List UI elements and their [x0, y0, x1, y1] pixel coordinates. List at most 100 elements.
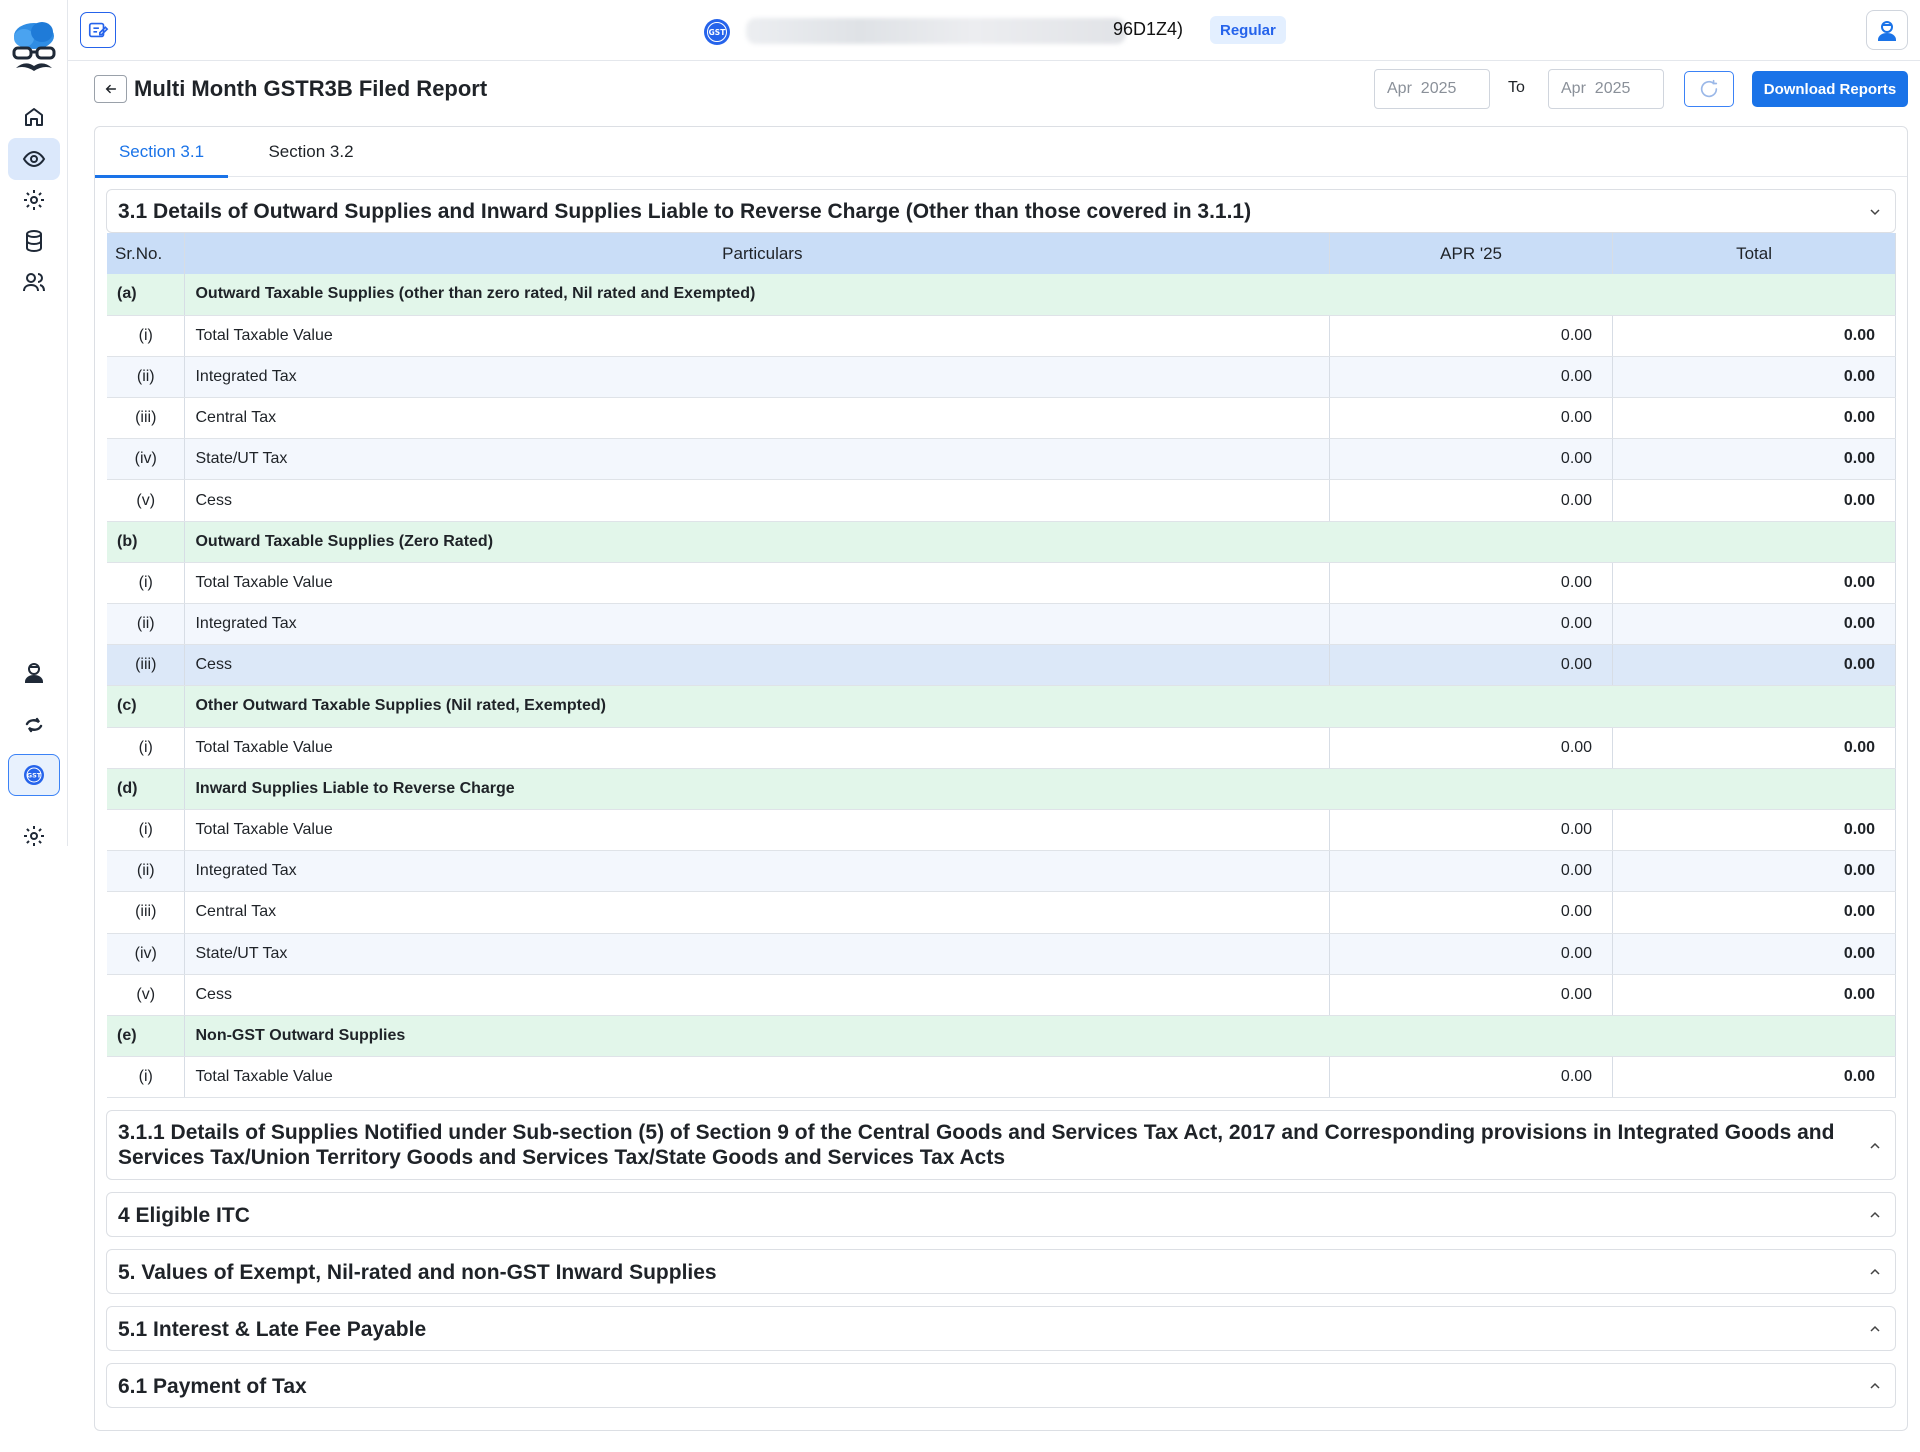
table-row[interactable]: (i) Total Taxable Value 0.00 0.00 — [107, 1056, 1896, 1099]
category-row: (c) Other Outward Taxable Supplies (Nil r… — [107, 685, 1896, 728]
row-particular: Central Tax — [184, 891, 1331, 934]
accordion-section-5[interactable]: 5. Values of Exempt, Nil-rated and non-G… — [106, 1249, 1896, 1294]
tab-section-3-2[interactable]: Section 3.2 — [251, 127, 371, 177]
col-header-total: Total — [1612, 233, 1896, 274]
category-srno: (d) — [107, 768, 186, 810]
gst-seal-icon: GST — [703, 18, 731, 46]
accordion-section-3-1[interactable]: 3.1 Details of Outward Supplies and Inwa… — [106, 189, 1896, 233]
table-row[interactable]: (v) Cess 0.00 0.00 — [107, 974, 1896, 1016]
sidebar-users[interactable] — [8, 261, 60, 303]
quick-entry-button[interactable] — [80, 12, 116, 48]
row-srno: (ii) — [107, 603, 186, 646]
table-row[interactable]: (ii) Integrated Tax 0.00 0.00 — [107, 603, 1896, 646]
row-particular: Central Tax — [184, 397, 1331, 440]
svg-text:GST: GST — [27, 772, 42, 780]
sidebar-lower-area — [0, 846, 68, 1452]
svg-text:GST: GST — [709, 28, 727, 37]
accordion-section-4[interactable]: 4 Eligible ITC — [106, 1192, 1896, 1237]
table-row[interactable]: (ii) Integrated Tax 0.00 0.00 — [107, 356, 1896, 399]
row-srno: (iv) — [107, 933, 186, 975]
row-apr-value: 0.00 — [1329, 933, 1614, 975]
gstin-redacted — [746, 18, 1126, 44]
row-particular: Total Taxable Value — [184, 562, 1331, 605]
row-total-value: 0.00 — [1612, 974, 1896, 1016]
gstin-suffix: 96D1Z4) — [1113, 19, 1184, 39]
category-row: (b) Outward Taxable Supplies (Zero Rated) — [107, 521, 1896, 563]
app-logo — [10, 18, 58, 76]
row-srno: (iv) — [107, 438, 186, 481]
table-row[interactable]: (i) Total Taxable Value 0.00 0.00 — [107, 727, 1896, 769]
row-srno: (i) — [107, 562, 186, 605]
user-support-icon — [1877, 21, 1897, 41]
row-particular: Cess — [184, 644, 1331, 687]
table-row[interactable]: (iii) Cess 0.00 0.00 — [107, 644, 1896, 687]
row-particular: Total Taxable Value — [184, 315, 1331, 357]
tab-section-3-1[interactable]: Section 3.1 — [95, 127, 228, 178]
row-apr-value: 0.00 — [1329, 727, 1614, 769]
row-apr-value: 0.00 — [1329, 850, 1614, 893]
chevron-down-icon — [1870, 209, 1880, 216]
category-row: (a) Outward Taxable Supplies (other than … — [107, 274, 1896, 316]
row-total-value: 0.00 — [1612, 479, 1896, 522]
to-month-input[interactable] — [1548, 69, 1664, 109]
table-body: (a) Outward Taxable Supplies (other than … — [107, 274, 1896, 1099]
row-total-value: 0.00 — [1612, 562, 1896, 605]
row-srno: (v) — [107, 974, 186, 1016]
edit-document-icon — [88, 22, 109, 38]
table-header-row: Sr.No. Particulars APR '25 Total — [107, 233, 1896, 274]
table-row[interactable]: (i) Total Taxable Value 0.00 0.00 — [107, 809, 1896, 852]
refresh-icon — [1700, 79, 1718, 98]
accordion-section-5-1[interactable]: 5.1 Interest & Late Fee Payable — [106, 1306, 1896, 1351]
section-4-title: 4 Eligible ITC — [118, 1204, 250, 1227]
accordion-section-6-1[interactable]: 6.1 Payment of Tax — [106, 1363, 1896, 1408]
sidebar-gst[interactable]: GST — [8, 754, 60, 796]
chevron-up-icon — [1870, 1142, 1880, 1149]
sidebar-user-support[interactable] — [8, 651, 60, 693]
row-total-value: 0.00 — [1612, 315, 1896, 357]
sync-icon — [25, 717, 43, 733]
chevron-up-icon — [1870, 1268, 1880, 1275]
sidebar-database[interactable] — [8, 220, 60, 262]
section-5-1-title: 5.1 Interest & Late Fee Payable — [118, 1318, 427, 1341]
row-srno: (iii) — [107, 891, 186, 934]
table-row[interactable]: (iv) State/UT Tax 0.00 0.00 — [107, 438, 1896, 481]
table-row[interactable]: (iii) Central Tax 0.00 0.00 — [107, 891, 1896, 934]
row-total-value: 0.00 — [1612, 933, 1896, 975]
sidebar-settings[interactable] — [8, 179, 60, 221]
sidebar-view[interactable] — [8, 138, 60, 180]
chevron-up-icon — [1870, 1325, 1880, 1332]
row-apr-value: 0.00 — [1329, 438, 1614, 481]
table-row[interactable]: (v) Cess 0.00 0.00 — [107, 479, 1896, 522]
row-total-value: 0.00 — [1612, 644, 1896, 687]
users-icon — [23, 273, 45, 292]
row-apr-value: 0.00 — [1329, 603, 1614, 646]
row-apr-value: 0.00 — [1329, 562, 1614, 605]
table-row[interactable]: (i) Total Taxable Value 0.00 0.00 — [107, 562, 1896, 605]
refresh-button[interactable] — [1684, 71, 1734, 107]
sidebar-home[interactable] — [8, 96, 60, 138]
support-profile-button[interactable] — [1866, 10, 1908, 50]
download-reports-button[interactable]: Download Reports — [1752, 71, 1908, 107]
section-6-1-title: 6.1 Payment of Tax — [118, 1375, 307, 1398]
row-srno: (i) — [107, 809, 186, 852]
table-row[interactable]: (i) Total Taxable Value 0.00 0.00 — [107, 315, 1896, 357]
chevron-up-icon — [1870, 1382, 1880, 1389]
section-3-1-1-title: 3.1.1 Details of Supplies Notified under… — [118, 1121, 1835, 1169]
back-button[interactable] — [94, 75, 127, 103]
eye-icon — [22, 150, 46, 168]
category-label: Non-GST Outward Supplies — [184, 1015, 1896, 1058]
row-total-value: 0.00 — [1612, 356, 1896, 399]
table-row[interactable]: (iv) State/UT Tax 0.00 0.00 — [107, 933, 1896, 975]
table-row[interactable]: (ii) Integrated Tax 0.00 0.00 — [107, 850, 1896, 893]
gear-icon — [24, 826, 44, 846]
category-label: Outward Taxable Supplies (Zero Rated) — [184, 521, 1896, 563]
table-row[interactable]: (iii) Central Tax 0.00 0.00 — [107, 397, 1896, 440]
accordion-section-3-1-1[interactable]: 3.1.1 Details of Supplies Notified under… — [106, 1110, 1896, 1180]
sidebar-sync[interactable] — [8, 704, 60, 746]
row-total-value: 0.00 — [1612, 1056, 1896, 1099]
col-header-particulars: Particulars — [184, 233, 1331, 274]
chevron-up-icon — [1870, 1211, 1880, 1218]
row-total-value: 0.00 — [1612, 727, 1896, 769]
from-month-input[interactable] — [1374, 69, 1490, 109]
row-particular: Total Taxable Value — [184, 727, 1331, 769]
